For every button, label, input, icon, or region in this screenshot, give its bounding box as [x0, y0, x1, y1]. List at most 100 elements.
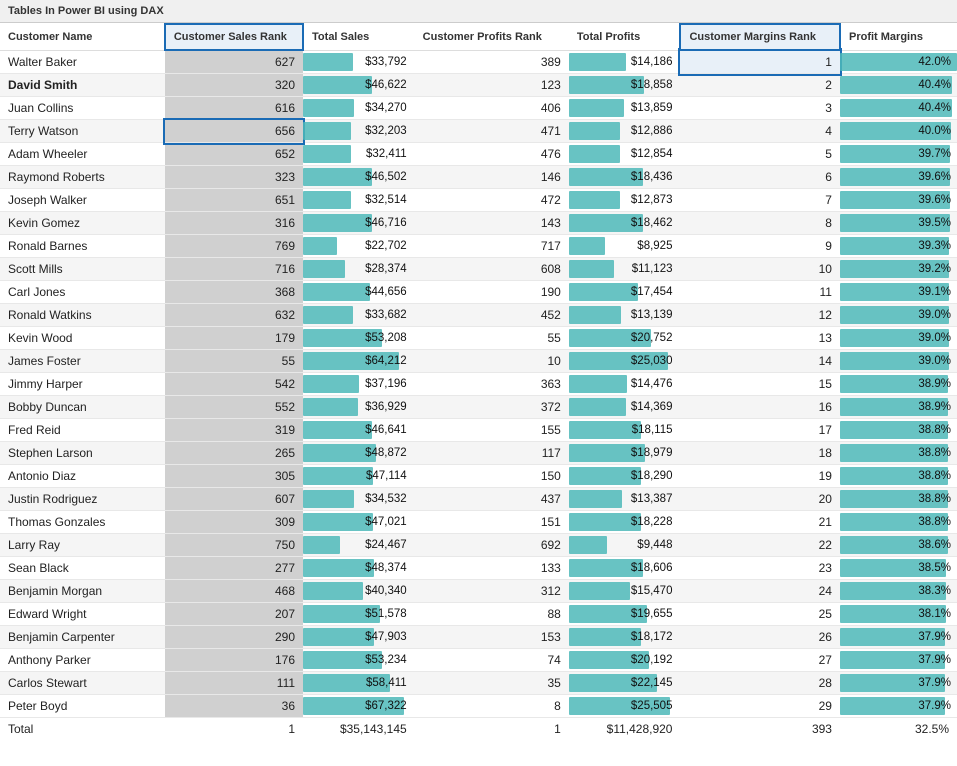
cell-total-sales: $64,212	[303, 350, 415, 373]
cell-sales-rank: 627	[165, 50, 303, 74]
cell-profits-rank: 8	[415, 695, 569, 718]
cell-sales-rank: 207	[165, 603, 303, 626]
cell-customer-name: Terry Watson	[0, 120, 165, 143]
col-header-sales-rank[interactable]: Customer Sales Rank	[165, 24, 303, 50]
cell-total-sales: $40,340	[303, 580, 415, 603]
cell-customer-name: David Smith	[0, 74, 165, 97]
total-total-sales: $35,143,145	[303, 718, 415, 741]
cell-sales-rank: 542	[165, 373, 303, 396]
cell-total-profits: $22,145	[569, 672, 681, 695]
cell-total-profits: $18,290	[569, 465, 681, 488]
cell-total-sales: $46,716	[303, 212, 415, 235]
cell-total-profits: $13,859	[569, 97, 681, 120]
col-header-customer-name[interactable]: Customer Name	[0, 24, 165, 50]
col-header-profit-margins[interactable]: Profit Margins	[840, 24, 957, 50]
cell-profits-rank: 133	[415, 557, 569, 580]
cell-profits-rank: 74	[415, 649, 569, 672]
cell-total-sales: $48,872	[303, 442, 415, 465]
cell-sales-rank: 316	[165, 212, 303, 235]
cell-total-profits: $11,123	[569, 258, 681, 281]
cell-total-sales: $47,114	[303, 465, 415, 488]
data-table: Customer Name Customer Sales Rank Total …	[0, 23, 957, 740]
cell-margins-rank: 4	[680, 120, 840, 143]
cell-profit-margins: 39.1%	[840, 281, 957, 304]
table-row: Antonio Diaz305$47,114150$18,2901938.8%	[0, 465, 957, 488]
cell-customer-name: Ronald Barnes	[0, 235, 165, 258]
table-row: Joseph Walker651$32,514472$12,873739.6%	[0, 189, 957, 212]
cell-total-sales: $33,682	[303, 304, 415, 327]
cell-sales-rank: 290	[165, 626, 303, 649]
cell-customer-name: Carlos Stewart	[0, 672, 165, 695]
cell-profits-rank: 472	[415, 189, 569, 212]
cell-customer-name: Juan Collins	[0, 97, 165, 120]
cell-margins-rank: 14	[680, 350, 840, 373]
cell-total-sales: $34,270	[303, 97, 415, 120]
cell-profit-margins: 38.9%	[840, 396, 957, 419]
cell-sales-rank: 305	[165, 465, 303, 488]
table-row: James Foster55$64,21210$25,0301439.0%	[0, 350, 957, 373]
cell-total-profits: $8,925	[569, 235, 681, 258]
cell-margins-rank: 7	[680, 189, 840, 212]
cell-total-profits: $25,505	[569, 695, 681, 718]
total-sales-rank: 1	[165, 718, 303, 741]
cell-customer-name: Bobby Duncan	[0, 396, 165, 419]
col-header-total-profits[interactable]: Total Profits	[569, 24, 681, 50]
cell-profits-rank: 372	[415, 396, 569, 419]
cell-profits-rank: 88	[415, 603, 569, 626]
cell-margins-rank: 16	[680, 396, 840, 419]
cell-profit-margins: 40.4%	[840, 97, 957, 120]
cell-profit-margins: 38.8%	[840, 488, 957, 511]
total-profits-rank: 1	[415, 718, 569, 741]
table-row: Justin Rodriguez607$34,532437$13,3872038…	[0, 488, 957, 511]
cell-margins-rank: 23	[680, 557, 840, 580]
total-profit-margins: 32.5%	[840, 718, 957, 741]
cell-profit-margins: 38.3%	[840, 580, 957, 603]
table-row: Bobby Duncan552$36,929372$14,3691638.9%	[0, 396, 957, 419]
cell-customer-name: Jimmy Harper	[0, 373, 165, 396]
cell-total-sales: $47,021	[303, 511, 415, 534]
cell-margins-rank: 10	[680, 258, 840, 281]
cell-total-sales: $36,929	[303, 396, 415, 419]
col-header-profits-rank[interactable]: Customer Profits Rank	[415, 24, 569, 50]
cell-profit-margins: 39.6%	[840, 189, 957, 212]
cell-customer-name: Carl Jones	[0, 281, 165, 304]
table-container: Tables In Power BI using DAX Customer Na…	[0, 0, 957, 740]
cell-profits-rank: 155	[415, 419, 569, 442]
cell-profit-margins: 42.0%	[840, 50, 957, 74]
cell-sales-rank: 652	[165, 143, 303, 166]
cell-profit-margins: 37.9%	[840, 695, 957, 718]
cell-margins-rank: 28	[680, 672, 840, 695]
cell-total-profits: $12,854	[569, 143, 681, 166]
table-row: Terry Watson656$32,203471$12,886440.0%	[0, 120, 957, 143]
cell-margins-rank: 1	[680, 50, 840, 74]
cell-margins-rank: 21	[680, 511, 840, 534]
cell-profits-rank: 190	[415, 281, 569, 304]
cell-profits-rank: 452	[415, 304, 569, 327]
cell-margins-rank: 15	[680, 373, 840, 396]
table-row: Thomas Gonzales309$47,021151$18,2282138.…	[0, 511, 957, 534]
cell-margins-rank: 18	[680, 442, 840, 465]
cell-total-profits: $17,454	[569, 281, 681, 304]
cell-total-profits: $18,115	[569, 419, 681, 442]
cell-sales-rank: 320	[165, 74, 303, 97]
cell-sales-rank: 309	[165, 511, 303, 534]
cell-sales-rank: 323	[165, 166, 303, 189]
cell-sales-rank: 277	[165, 557, 303, 580]
cell-profits-rank: 476	[415, 143, 569, 166]
col-header-total-sales[interactable]: Total Sales	[303, 24, 415, 50]
cell-margins-rank: 13	[680, 327, 840, 350]
cell-sales-rank: 651	[165, 189, 303, 212]
cell-profit-margins: 38.9%	[840, 373, 957, 396]
table-row: Edward Wright207$51,57888$19,6552538.1%	[0, 603, 957, 626]
cell-total-sales: $28,374	[303, 258, 415, 281]
table-row: Larry Ray750$24,467692$9,4482238.6%	[0, 534, 957, 557]
table-row: Ronald Barnes769$22,702717$8,925939.3%	[0, 235, 957, 258]
col-header-margins-rank[interactable]: Customer Margins Rank	[680, 24, 840, 50]
cell-profits-rank: 692	[415, 534, 569, 557]
cell-sales-rank: 176	[165, 649, 303, 672]
cell-customer-name: Benjamin Carpenter	[0, 626, 165, 649]
cell-total-sales: $32,411	[303, 143, 415, 166]
cell-total-sales: $53,208	[303, 327, 415, 350]
cell-customer-name: Benjamin Morgan	[0, 580, 165, 603]
cell-profits-rank: 146	[415, 166, 569, 189]
